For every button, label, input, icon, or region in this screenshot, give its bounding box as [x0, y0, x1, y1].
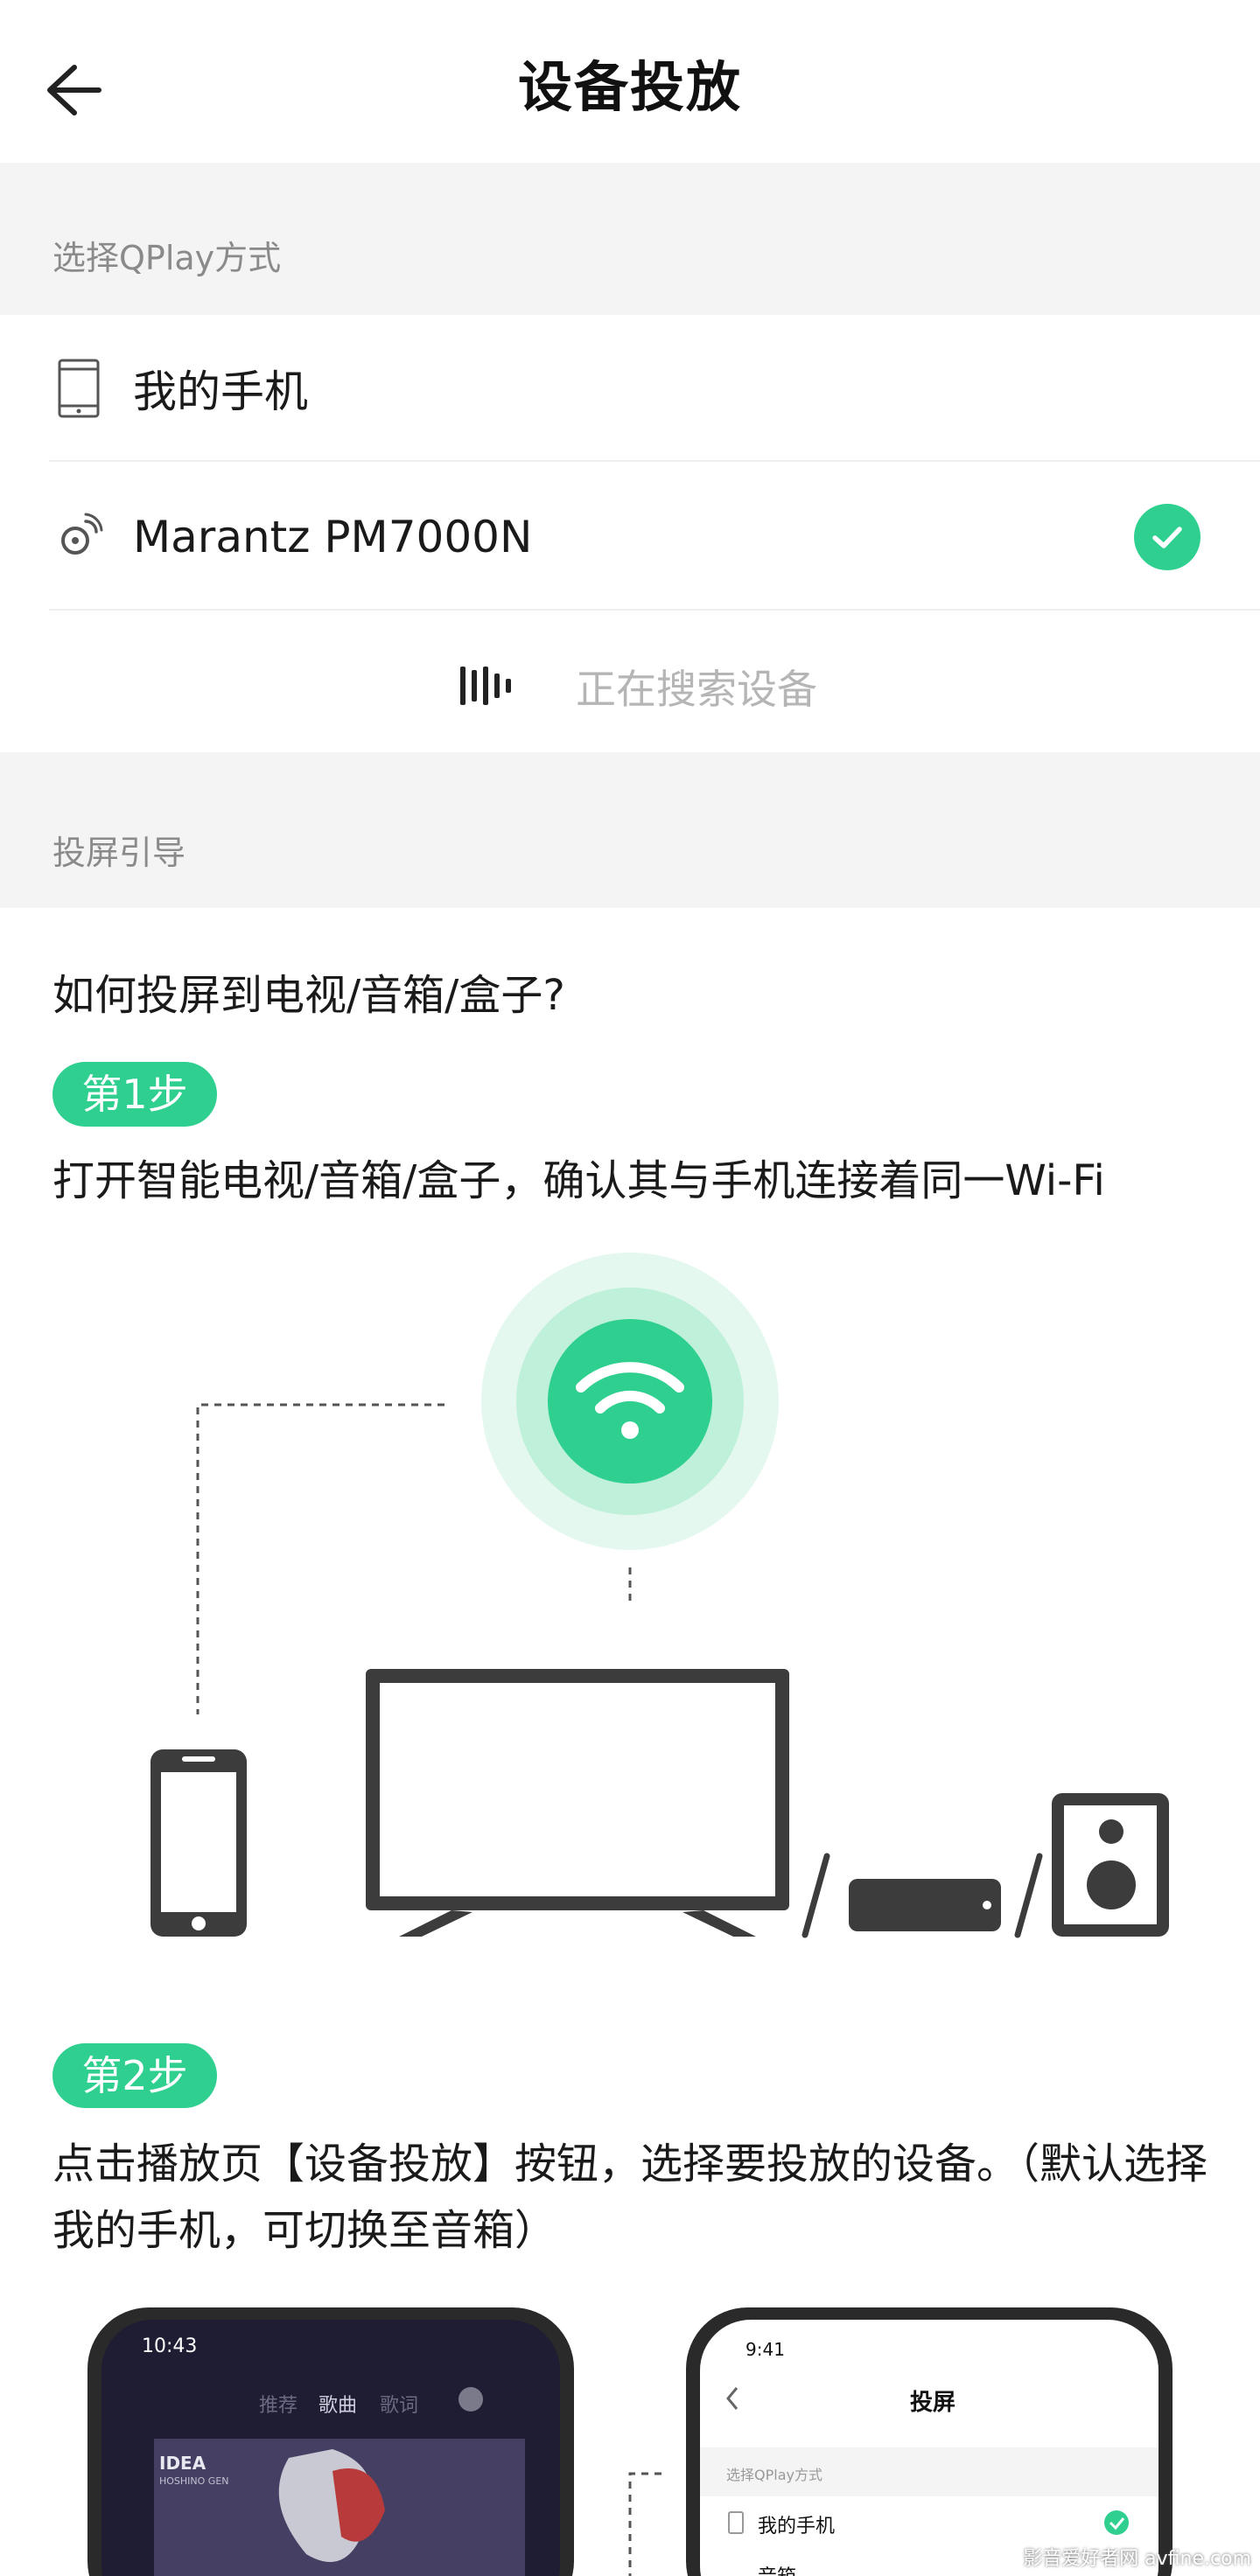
searching-indicator: 正在搜索设备: [0, 621, 1260, 752]
step-1-text: 打开智能电视/音箱/盒子，确认其与手机连接着同一Wi-Fi: [52, 1156, 1105, 1205]
right-phone-item: 我的手机: [758, 2516, 836, 2538]
divider: [49, 460, 1260, 462]
searching-text: 正在搜索设备: [576, 666, 817, 713]
phone-previews: 10:43 推荐 歌曲 歌词 IDEA HOSHINO GEN 9:41 投屏 …: [0, 2292, 1260, 2576]
selected-check-icon: [1134, 504, 1200, 570]
wifi-icon: [481, 1253, 779, 1550]
qplay-section-header: 选择QPlay方式: [0, 163, 1260, 315]
left-phone-time: 10:43: [142, 2335, 198, 2357]
phone-icon: [54, 358, 103, 419]
phone-previews-svg: [88, 2307, 1172, 2576]
right-phone-item-2: 音箱: [758, 2561, 796, 2576]
right-phone-section: 选择QPlay方式: [726, 2467, 822, 2483]
watermark: 影音爱好者网 avfine.com: [1023, 2548, 1251, 2570]
speaker-cast-icon: [54, 506, 103, 568]
right-phone-time: 9:41: [746, 2339, 785, 2360]
speaker-device-icon: [1052, 1793, 1169, 1937]
left-phone-tab-1: 推荐: [259, 2395, 298, 2417]
divider: [49, 609, 1260, 611]
wifi-devices-illustration: [150, 1253, 1169, 1938]
step-2-badge: 第2步: [52, 2043, 217, 2108]
tv-device-icon: [366, 1669, 789, 1937]
guide-section-title: 投屏引导: [52, 834, 186, 872]
sound-wave-icon: [460, 667, 511, 705]
page-title: 设备投放: [517, 55, 742, 119]
device-label-marantz: Marantz PM7000N: [133, 512, 533, 562]
left-phone-tab-2: 歌曲: [318, 2395, 358, 2417]
right-phone-title: 投屏: [910, 2390, 956, 2416]
device-label-my-phone: 我的手机: [133, 367, 308, 417]
phone-device-icon: [150, 1749, 247, 1937]
header: 设备投放: [0, 0, 1260, 163]
guide-section-header: 投屏引导: [0, 752, 1260, 908]
left-phone-tab-3: 歌词: [380, 2395, 419, 2417]
qplay-section-title: 选择QPlay方式: [52, 239, 282, 277]
device-row-marantz[interactable]: Marantz PM7000N: [0, 464, 1260, 611]
left-phone-album-subtitle: HOSHINO GEN: [159, 2475, 229, 2487]
device-row-my-phone[interactable]: 我的手机: [0, 315, 1260, 462]
set-top-box-icon: [849, 1879, 1001, 1931]
left-phone-album-title: IDEA: [159, 2453, 206, 2474]
step-1-badge: 第1步: [52, 1062, 217, 1127]
step-2-text: 点击播放页【设备投放】按钮，选择要投放的设备。（默认选择我的手机，可切换至音箱）: [52, 2140, 1208, 2255]
guide-question: 如何投屏到电视/音箱/盒子?: [52, 971, 565, 1020]
